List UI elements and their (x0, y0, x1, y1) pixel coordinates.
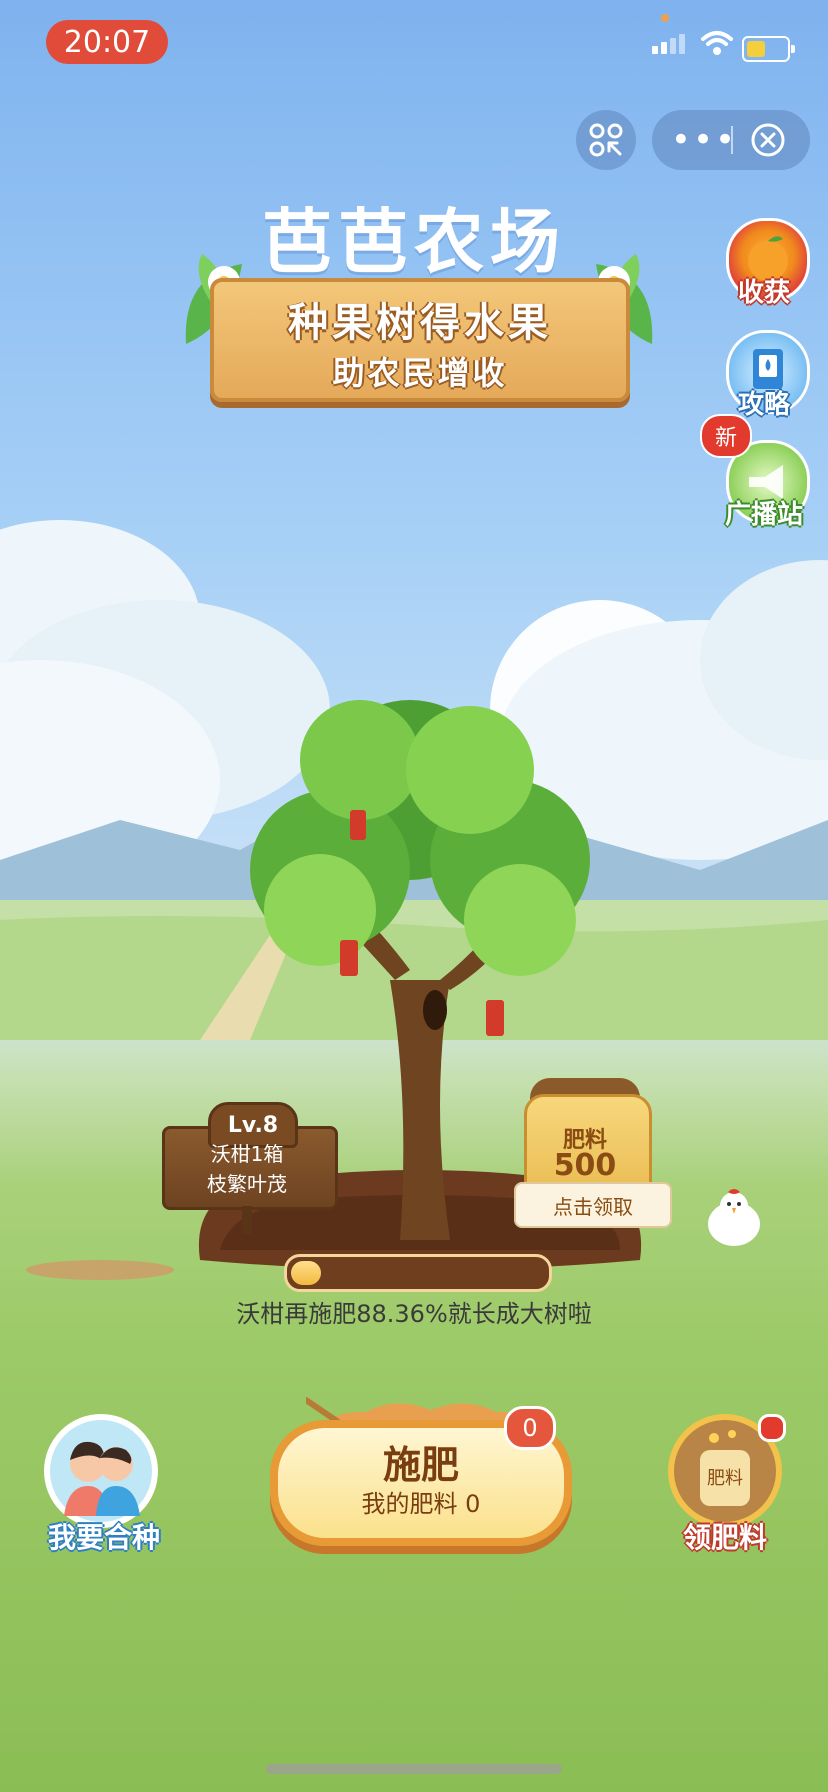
sign-post (242, 1206, 252, 1234)
miniprogram-capsule: ••• (652, 110, 810, 170)
home-indicator[interactable] (266, 1764, 562, 1774)
couple-avatar-icon (64, 1441, 140, 1516)
new-badge: 新 (700, 414, 752, 458)
notification-dot (758, 1414, 786, 1442)
tree-stage: 枝繁叶茂 (207, 1172, 287, 1196)
growth-progress-bar (284, 1254, 552, 1292)
scan-button[interactable] (576, 110, 636, 170)
growth-progress-fill (291, 1261, 321, 1285)
banner-line1: 种果树得水果 (288, 300, 552, 346)
growth-progress-text: 沃柑再施肥88.36%就长成大树啦 (236, 1300, 592, 1328)
tree-fruit: 沃柑1箱 (210, 1142, 284, 1166)
fertilize-count-badge: 0 (504, 1406, 556, 1450)
cellular-signal-icon (652, 34, 688, 54)
capsule-divider (731, 126, 733, 154)
sack-text: 肥料 (707, 1468, 743, 1489)
my-fertilizer-count: 我的肥料 0 (361, 1490, 481, 1518)
status-time: 20:07 (46, 20, 168, 64)
coplant-label[interactable]: 我要合种 (24, 1516, 184, 1556)
scan-icon (589, 123, 623, 157)
more-options-button[interactable]: ••• (671, 110, 735, 170)
get-fertilizer-label[interactable]: 领肥料 (650, 1516, 800, 1556)
battery-icon (742, 36, 795, 62)
close-icon[interactable] (748, 120, 788, 160)
claim-fertilizer-button[interactable]: 点击领取 (514, 1182, 672, 1228)
privacy-indicator-dot (661, 14, 669, 22)
coplant-button[interactable] (44, 1414, 158, 1528)
harvest-label[interactable]: 收获 (704, 272, 824, 309)
wifi-icon (701, 31, 733, 55)
fertilizer-bag-amount: 500 (553, 1148, 617, 1183)
small-dirt-patch (26, 1260, 174, 1280)
banner-line2: 助农民增收 (332, 354, 508, 392)
chicken-icon (708, 1189, 760, 1246)
